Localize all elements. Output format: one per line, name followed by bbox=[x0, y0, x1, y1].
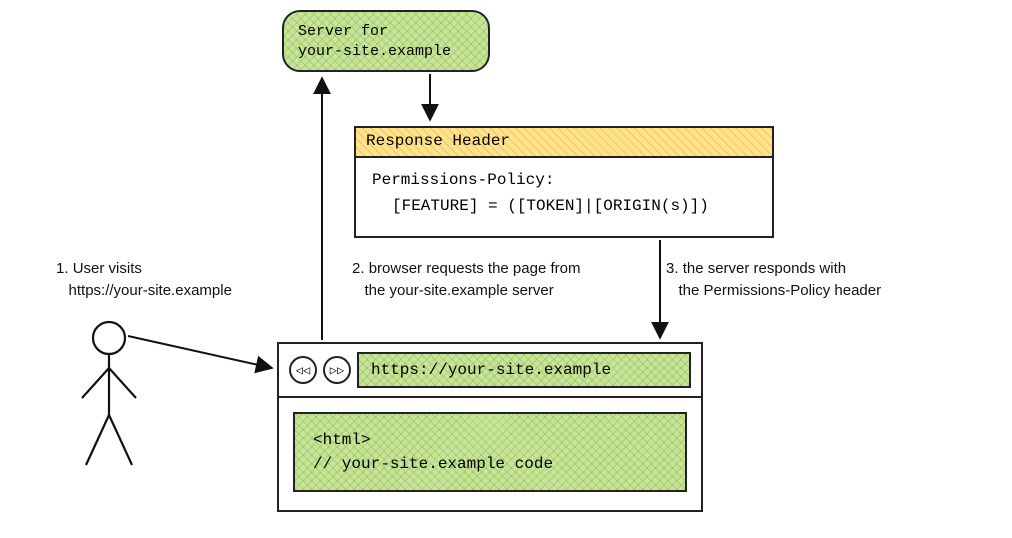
policy-syntax: [FEATURE] = ([TOKEN]|[ORIGIN(s)]) bbox=[372, 194, 756, 220]
response-header-body: Permissions-Policy: [FEATURE] = ([TOKEN]… bbox=[356, 158, 772, 229]
arrow-user-to-browser bbox=[128, 336, 272, 368]
url-text: https://your-site.example bbox=[371, 361, 611, 379]
server-line1: Server for bbox=[298, 22, 474, 42]
page-code-box: <html> // your-site.example code bbox=[293, 412, 687, 492]
user-icon bbox=[74, 320, 144, 470]
response-header-title: Response Header bbox=[356, 128, 772, 158]
caption-step-1: 1. User visits https://your-site.example bbox=[56, 258, 276, 302]
browser-toolbar: ◁◁ ▷▷ https://your-site.example bbox=[279, 344, 701, 398]
code-line-1: <html> bbox=[313, 428, 667, 452]
code-line-2: // your-site.example code bbox=[313, 452, 667, 476]
url-bar[interactable]: https://your-site.example bbox=[357, 352, 691, 388]
server-line2: your-site.example bbox=[298, 42, 474, 62]
caption-step-3: 3. the server responds with the Permissi… bbox=[666, 258, 946, 302]
forward-button[interactable]: ▷▷ bbox=[323, 356, 351, 384]
browser-viewport: <html> // your-site.example code bbox=[279, 398, 701, 506]
forward-icon: ▷▷ bbox=[330, 363, 344, 378]
back-button[interactable]: ◁◁ bbox=[289, 356, 317, 384]
server-box: Server for your-site.example bbox=[282, 10, 490, 72]
browser-window: ◁◁ ▷▷ https://your-site.example <html> /… bbox=[277, 342, 703, 512]
policy-name: Permissions-Policy: bbox=[372, 168, 756, 194]
back-icon: ◁◁ bbox=[296, 363, 310, 378]
caption-step-2: 2. browser requests the page from the yo… bbox=[352, 258, 632, 302]
response-header-box: Response Header Permissions-Policy: [FEA… bbox=[354, 126, 774, 238]
